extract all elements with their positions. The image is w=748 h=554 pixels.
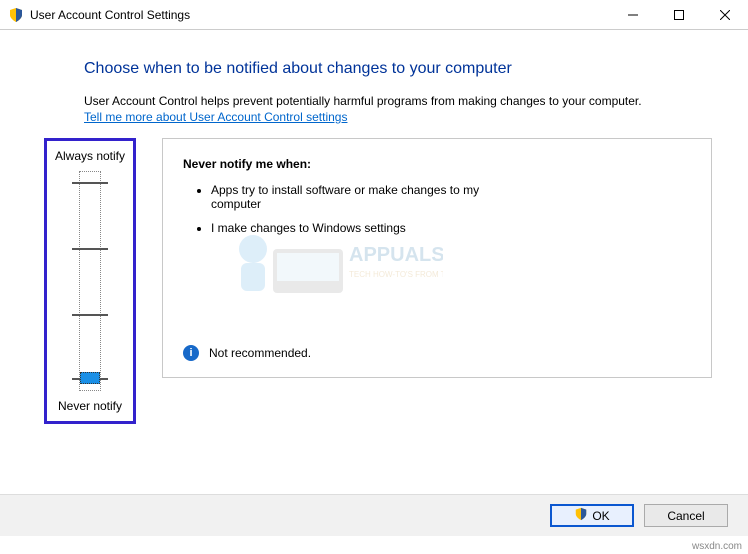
uac-shield-icon <box>574 507 588 524</box>
slider-tick <box>72 182 108 184</box>
details-panel: Never notify me when: Apps try to instal… <box>162 138 712 378</box>
description-text: User Account Control helps prevent poten… <box>84 94 720 108</box>
maximize-button[interactable] <box>656 0 702 29</box>
slider-top-label: Always notify <box>47 149 133 163</box>
uac-shield-icon <box>8 7 24 23</box>
slider-tick <box>72 314 108 316</box>
notification-slider[interactable] <box>79 171 101 391</box>
window-title: User Account Control Settings <box>30 8 610 22</box>
panel-bullet: I make changes to Windows settings <box>211 221 511 235</box>
svg-text:TECH HOW-TO'S FROM THE EXPERTS: TECH HOW-TO'S FROM THE EXPERTS! <box>349 270 443 279</box>
notification-slider-group: Always notify Never notify <box>44 138 136 424</box>
info-icon: i <box>183 345 199 361</box>
ok-button[interactable]: OK <box>550 504 634 527</box>
page-heading: Choose when to be notified about changes… <box>84 60 720 78</box>
slider-thumb[interactable] <box>80 372 100 384</box>
cancel-button[interactable]: Cancel <box>644 504 728 527</box>
ok-button-label: OK <box>592 509 609 523</box>
svg-text:APPUALS: APPUALS <box>349 244 443 266</box>
titlebar: User Account Control Settings <box>0 0 748 30</box>
dialog-button-bar: OK Cancel <box>0 494 748 536</box>
slider-bottom-label: Never notify <box>47 399 133 413</box>
minimize-button[interactable] <box>610 0 656 29</box>
slider-tick <box>72 248 108 250</box>
panel-title: Never notify me when: <box>183 157 691 171</box>
recommendation-row: i Not recommended. <box>183 345 311 361</box>
attribution-text: wsxdn.com <box>692 541 742 552</box>
cancel-button-label: Cancel <box>667 509 704 523</box>
recommendation-text: Not recommended. <box>209 346 311 360</box>
content-area: Choose when to be notified about changes… <box>0 30 748 424</box>
close-button[interactable] <box>702 0 748 29</box>
help-link[interactable]: Tell me more about User Account Control … <box>84 110 347 124</box>
panel-bullet: Apps try to install software or make cha… <box>211 183 511 211</box>
